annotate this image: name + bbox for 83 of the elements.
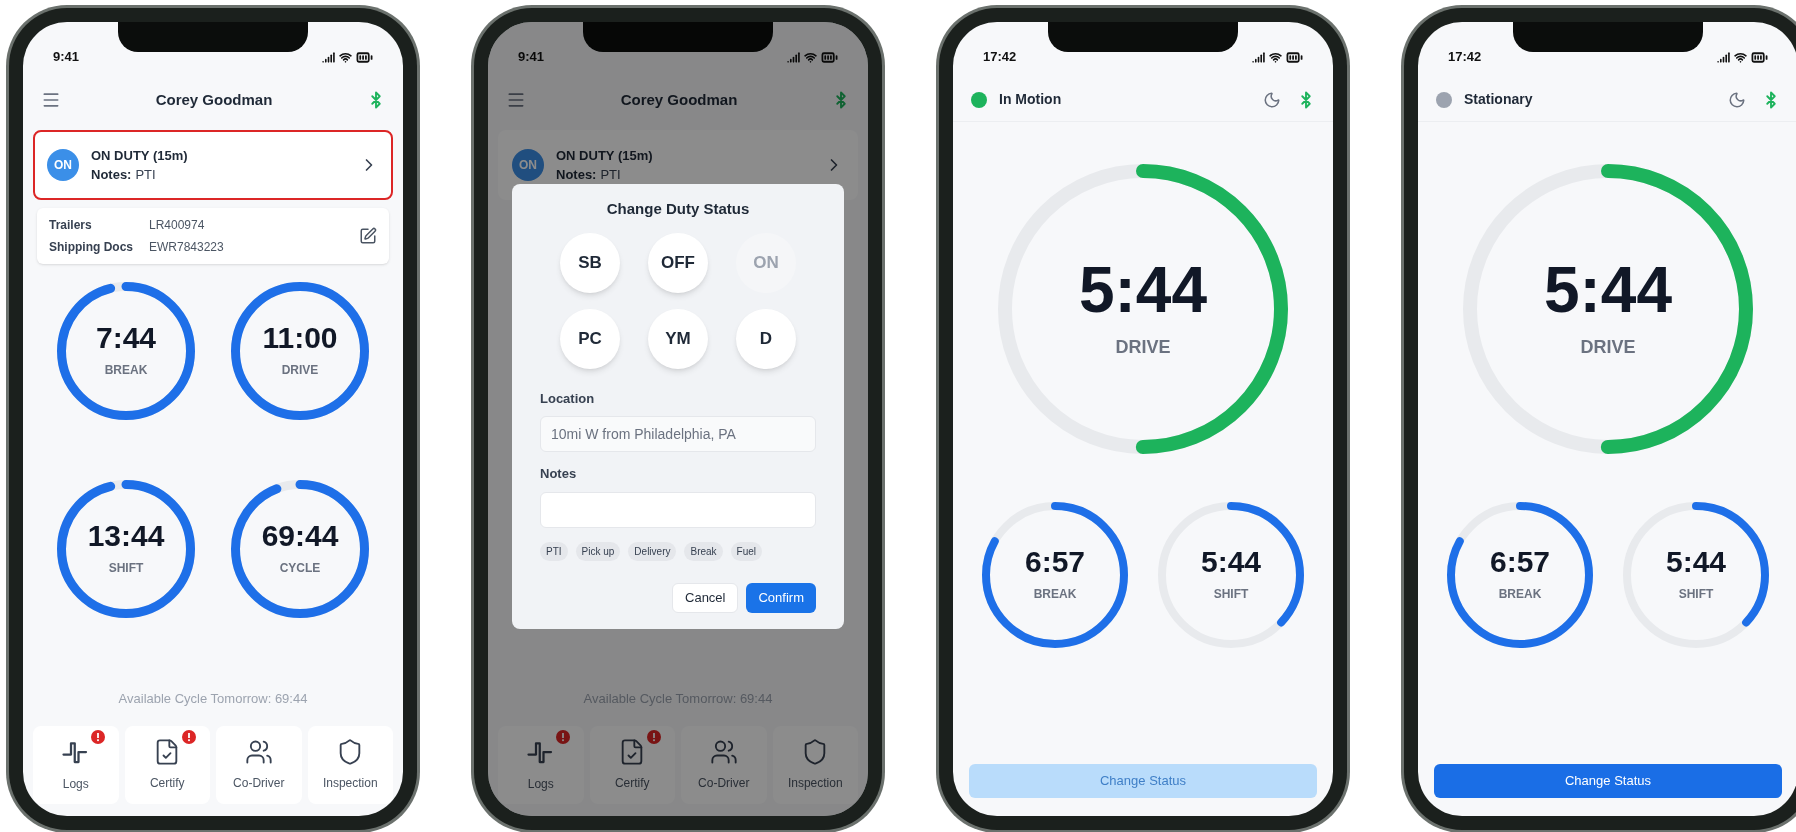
driver-name: Corey Goodman xyxy=(155,89,273,110)
location-label: Location xyxy=(540,389,596,408)
duty-status-option[interactable]: YM xyxy=(648,308,708,369)
notes-label: Notes: xyxy=(556,166,597,184)
duty-status-option[interactable]: SB xyxy=(560,232,620,293)
note-chip[interactable]: Delivery xyxy=(628,541,677,561)
cancel-button[interactable]: Cancel xyxy=(672,582,739,613)
signal-icon xyxy=(322,50,335,64)
moon-icon[interactable] xyxy=(1263,90,1281,109)
timer-value: 11:00 xyxy=(262,323,338,353)
wifi-icon xyxy=(804,50,817,64)
motion-status: Stationary xyxy=(1464,90,1533,109)
wifi-icon xyxy=(339,50,352,64)
note-chip[interactable]: Fuel xyxy=(730,541,763,561)
moon-icon[interactable] xyxy=(1728,90,1746,109)
notes-label: Notes: xyxy=(91,166,132,184)
change-status-button[interactable]: Change Status xyxy=(1434,764,1782,798)
timer-label: SHIFT xyxy=(1213,586,1249,603)
timer-value: 5:44 xyxy=(1543,257,1673,322)
duty-status-option[interactable]: D xyxy=(736,308,796,369)
users-icon xyxy=(244,738,273,766)
status-time: 17:42 xyxy=(983,48,1017,67)
available-cycle-note: Available Cycle Tomorrow: 69:44 xyxy=(117,689,309,708)
timer-label: BREAK xyxy=(1033,586,1077,603)
timer-value: 5:44 xyxy=(1078,257,1208,322)
nav-tab[interactable]: Certify xyxy=(124,726,210,804)
menu-icon[interactable] xyxy=(41,90,61,110)
nav-tab[interactable]: Logs xyxy=(33,726,119,804)
signal-icon xyxy=(1717,50,1730,64)
timer-label: BREAK xyxy=(1498,586,1542,603)
duty-status-option[interactable]: OFF xyxy=(648,232,708,293)
timer-label: SHIFT xyxy=(1678,586,1714,603)
notes-value: PTI xyxy=(600,166,621,184)
status-time: 9:41 xyxy=(53,48,80,67)
info-value: EWR7843223 xyxy=(149,239,225,256)
timer-value: 6:57 xyxy=(1489,547,1550,577)
signal-icon xyxy=(787,50,800,64)
dialog-title: Change Duty Status xyxy=(605,199,751,219)
location-field[interactable]: 10mi W from Philadelphia, PA xyxy=(540,416,816,452)
duty-status-card[interactable]: ON ON DUTY (15m) Notes: PTI xyxy=(33,130,393,200)
timer-label: CYCLE xyxy=(279,560,321,577)
nav-tab[interactable]: Logs xyxy=(498,726,584,804)
timer-label: DRIVE xyxy=(1580,335,1636,359)
duty-badge: ON xyxy=(47,149,79,181)
note-chip[interactable]: PTI xyxy=(540,541,568,561)
users-icon xyxy=(709,738,738,766)
timer-label: SHIFT xyxy=(108,560,144,577)
signal-icon xyxy=(1252,50,1265,64)
notes-label: Notes xyxy=(540,465,578,483)
timer-value: 69:44 xyxy=(261,521,339,551)
info-value: LR400974 xyxy=(149,217,206,234)
status-time: 9:41 xyxy=(518,48,545,67)
duty-status: ON DUTY (15m) xyxy=(91,146,189,165)
duty-badge: ON xyxy=(512,149,544,181)
nav-tab[interactable]: Co-Driver xyxy=(681,726,767,804)
timer-value: 5:44 xyxy=(1200,547,1261,577)
status-time: 17:42 xyxy=(1448,48,1482,67)
duty-status-option[interactable]: PC xyxy=(560,308,620,369)
wifi-icon xyxy=(1734,50,1747,64)
wifi-icon xyxy=(1269,50,1282,64)
duty-status: ON DUTY (15m) xyxy=(556,146,654,165)
nav-tab[interactable]: Certify xyxy=(589,726,675,804)
timer-value: 7:44 xyxy=(95,323,156,353)
note-chip[interactable]: Pick up xyxy=(575,541,621,561)
timer-label: DRIVE xyxy=(1115,335,1171,359)
timer-value: 5:44 xyxy=(1665,547,1726,577)
confirm-button[interactable]: Confirm xyxy=(746,582,816,613)
info-label: Trailers xyxy=(49,217,93,234)
nav-tab[interactable]: Inspection xyxy=(772,726,858,804)
notes-field[interactable] xyxy=(540,491,816,528)
edit-icon[interactable] xyxy=(359,227,377,245)
menu-icon[interactable] xyxy=(506,90,526,110)
nav-tab[interactable]: Inspection xyxy=(307,726,393,804)
note-chip[interactable]: Break xyxy=(684,541,723,561)
notes-value: PTI xyxy=(135,166,156,184)
driver-name: Corey Goodman xyxy=(620,89,738,110)
timer-label: BREAK xyxy=(104,362,148,379)
nav-tab[interactable]: Co-Driver xyxy=(216,726,302,804)
timer-label: DRIVE xyxy=(281,362,319,379)
motion-status: In Motion xyxy=(999,90,1062,109)
timer-value: 13:44 xyxy=(87,521,165,551)
info-label: Shipping Docs xyxy=(49,239,133,256)
timer-value: 6:57 xyxy=(1024,547,1085,577)
